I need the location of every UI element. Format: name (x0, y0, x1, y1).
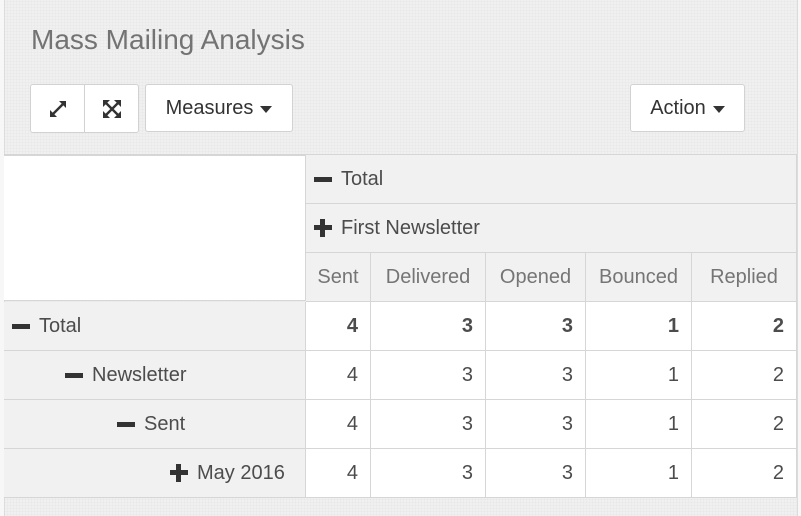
value-cell[interactable]: 3 (371, 449, 486, 498)
collapse-icon (314, 176, 332, 182)
table-row: May 2016 4 3 3 1 2 (4, 449, 797, 498)
value-cell[interactable]: 2 (692, 400, 797, 449)
right-panel-edge (797, 0, 801, 516)
fullscreen-button[interactable] (84, 85, 138, 132)
expand-button[interactable] (31, 85, 84, 132)
value-cell[interactable]: 1 (586, 302, 692, 351)
expand-arrows-icon (49, 100, 66, 117)
caret-down-icon (712, 105, 725, 113)
value-cell[interactable]: 4 (306, 351, 371, 400)
value-cell[interactable]: 3 (371, 351, 486, 400)
value-cell[interactable]: 4 (306, 449, 371, 498)
table-row: Sent 4 3 3 1 2 (4, 400, 797, 449)
value-cell[interactable]: 3 (371, 400, 486, 449)
value-cell[interactable]: 2 (692, 302, 797, 351)
value-cell[interactable]: 3 (371, 302, 486, 351)
col-header-total[interactable]: Total (306, 155, 797, 204)
col-header-first-newsletter[interactable]: First Newsletter (306, 204, 797, 253)
value-cell[interactable]: 3 (486, 351, 586, 400)
value-cell[interactable]: 4 (306, 302, 371, 351)
measure-header-replied[interactable]: Replied (692, 253, 797, 302)
page-title: Mass Mailing Analysis (31, 24, 305, 55)
table-row: Total 4 3 3 1 2 (4, 302, 797, 351)
value-cell[interactable]: 3 (486, 302, 586, 351)
view-button-group (30, 84, 139, 133)
measure-header-opened[interactable]: Opened (486, 253, 586, 302)
fullscreen-icon (102, 99, 121, 118)
value-cell[interactable]: 2 (692, 449, 797, 498)
value-cell[interactable]: 1 (586, 351, 692, 400)
measure-header-delivered[interactable]: Delivered (371, 253, 486, 302)
action-label: Action (650, 96, 706, 119)
value-cell[interactable]: 3 (486, 449, 586, 498)
action-dropdown-button[interactable]: Action (630, 84, 745, 132)
caret-down-icon (260, 105, 273, 113)
expand-icon (170, 464, 188, 482)
table-row: Newsletter 4 3 3 1 2 (4, 351, 797, 400)
measures-label: Measures (165, 96, 254, 119)
measures-dropdown-button[interactable]: Measures (145, 84, 293, 132)
row-header-sent[interactable]: Sent (4, 400, 306, 449)
collapse-icon (65, 372, 83, 378)
value-cell[interactable]: 1 (586, 449, 692, 498)
value-cell[interactable]: 3 (486, 400, 586, 449)
value-cell[interactable]: 2 (692, 351, 797, 400)
collapse-icon (117, 421, 135, 427)
value-cell[interactable]: 4 (306, 400, 371, 449)
expand-icon (314, 219, 332, 237)
pivot-table: Total First Newsletter Sent Delivered Op… (4, 155, 797, 498)
row-header-total[interactable]: Total (4, 302, 306, 351)
measure-header-sent[interactable]: Sent (306, 253, 371, 302)
row-header-may-2016[interactable]: May 2016 (4, 449, 306, 498)
collapse-icon (12, 323, 30, 329)
measure-header-bounced[interactable]: Bounced (586, 253, 692, 302)
row-header-newsletter[interactable]: Newsletter (4, 351, 306, 400)
value-cell[interactable]: 1 (586, 400, 692, 449)
